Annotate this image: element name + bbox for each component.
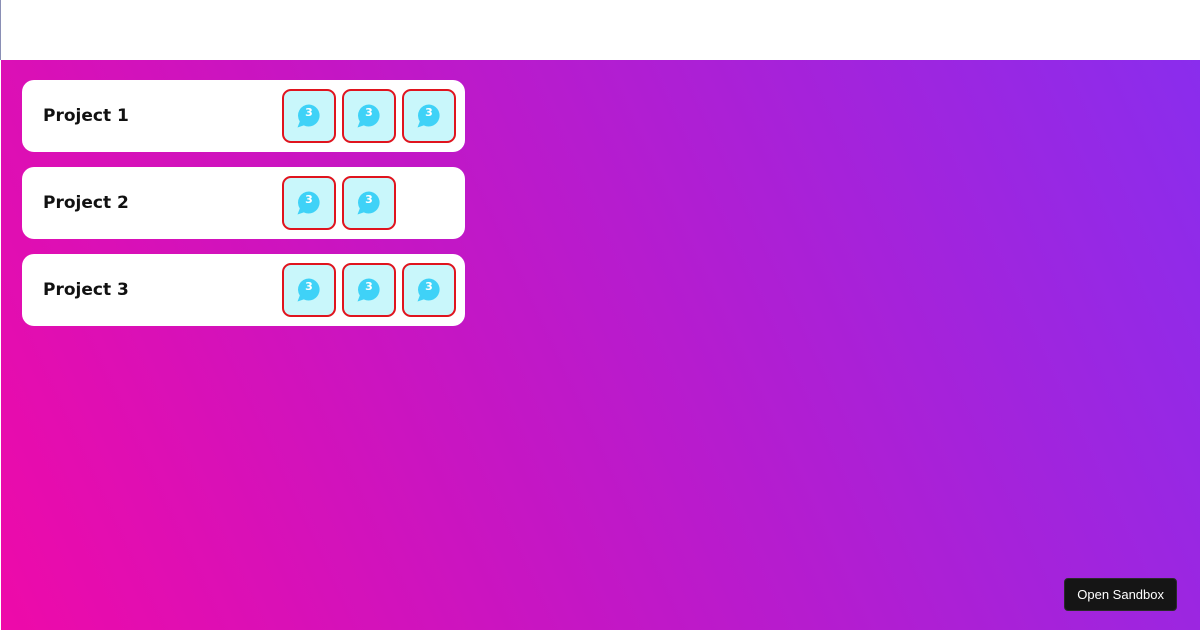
badge-group: 3 3 xyxy=(282,176,396,230)
preview-canvas: Project 1 3 3 3 Project 2 3 3 Project 3 … xyxy=(1,60,1200,630)
project-title: Project 3 xyxy=(43,280,129,300)
chat-bubble-icon: 3 xyxy=(356,277,382,303)
chat-bubble-icon: 3 xyxy=(356,190,382,216)
project-title: Project 1 xyxy=(43,106,129,126)
project-list: Project 1 3 3 3 Project 2 3 3 Project 3 … xyxy=(22,80,465,341)
chat-bubble-icon: 3 xyxy=(296,277,322,303)
open-sandbox-button[interactable]: Open Sandbox xyxy=(1064,578,1177,611)
comment-count: 3 xyxy=(425,106,433,119)
chat-bubble-icon: 3 xyxy=(416,277,442,303)
comment-badge[interactable]: 3 xyxy=(282,176,336,230)
comment-count: 3 xyxy=(305,280,313,293)
comment-count: 3 xyxy=(425,280,433,293)
project-card: Project 1 3 3 3 xyxy=(22,80,465,152)
comment-badge[interactable]: 3 xyxy=(342,89,396,143)
comment-badge[interactable]: 3 xyxy=(342,176,396,230)
chat-bubble-icon: 3 xyxy=(356,103,382,129)
comment-badge[interactable]: 3 xyxy=(282,263,336,317)
comment-count: 3 xyxy=(365,193,373,206)
comment-badge[interactable]: 3 xyxy=(282,89,336,143)
chat-bubble-icon: 3 xyxy=(416,103,442,129)
comment-count: 3 xyxy=(305,193,313,206)
comment-count: 3 xyxy=(365,106,373,119)
project-title: Project 2 xyxy=(43,193,129,213)
comment-badge[interactable]: 3 xyxy=(342,263,396,317)
project-card: Project 3 3 3 3 xyxy=(22,254,465,326)
comment-count: 3 xyxy=(365,280,373,293)
top-bar xyxy=(0,0,1200,60)
chat-bubble-icon: 3 xyxy=(296,103,322,129)
chat-bubble-icon: 3 xyxy=(296,190,322,216)
comment-badge[interactable]: 3 xyxy=(402,89,456,143)
comment-count: 3 xyxy=(305,106,313,119)
badge-group: 3 3 3 xyxy=(282,263,456,317)
project-card: Project 2 3 3 xyxy=(22,167,465,239)
badge-group: 3 3 3 xyxy=(282,89,456,143)
comment-badge[interactable]: 3 xyxy=(402,263,456,317)
